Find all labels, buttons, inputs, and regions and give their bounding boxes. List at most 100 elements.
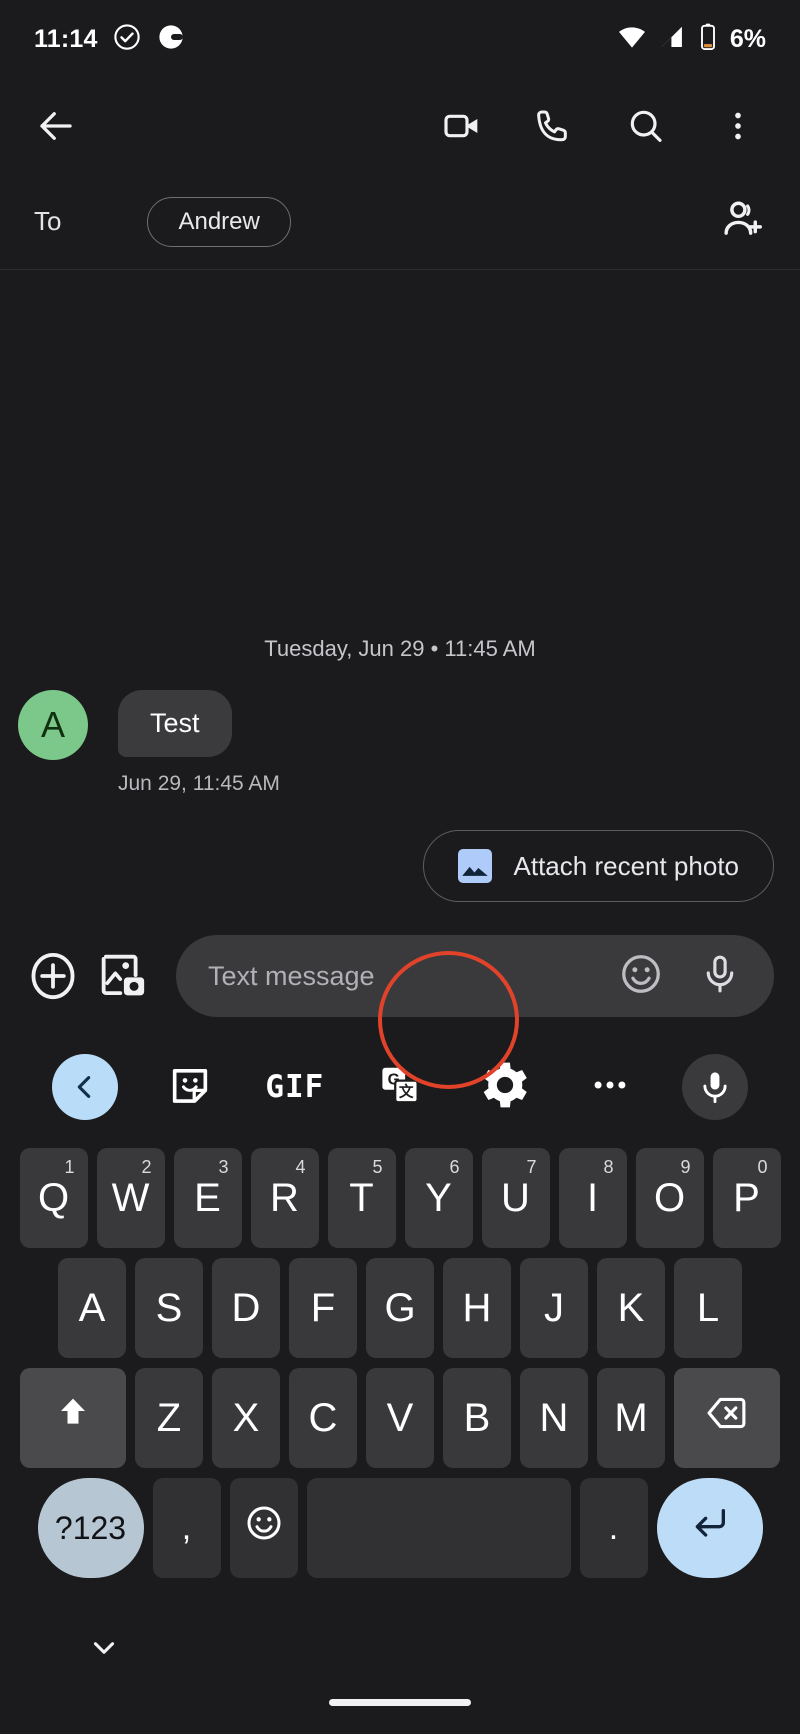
key-n[interactable]: N [520,1368,588,1468]
status-bar: 11:14 6% [0,0,800,78]
plus-circle-icon[interactable] [22,945,84,1007]
key-e[interactable]: 3E [173,1148,242,1248]
add-person-icon[interactable] [720,196,766,247]
key-s[interactable]: S [135,1258,203,1358]
key-i[interactable]: 8I [558,1148,627,1248]
gear-icon [477,1057,533,1118]
backspace-key[interactable] [674,1368,780,1468]
key-c[interactable]: C [289,1368,357,1468]
key-b[interactable]: B [443,1368,511,1468]
key-w[interactable]: 2W [96,1148,165,1248]
phone-screen: 11:14 6% To Andrew Tuesday, Jun 29 • 11:… [0,0,800,1734]
key-d[interactable]: D [212,1258,280,1358]
keyboard-row-2: A S D F G H J K L [6,1258,794,1358]
phone-call-icon[interactable] [528,100,580,152]
shift-key[interactable] [20,1368,126,1468]
home-indicator[interactable] [329,1699,471,1706]
key-y-num: 6 [449,1157,460,1177]
symbols-key[interactable]: ?123 [37,1478,144,1578]
key-p[interactable]: 0P [712,1148,781,1248]
key-t-num: 5 [372,1157,383,1177]
status-bar-left: 11:14 [34,22,186,57]
shift-arrow-icon [53,1393,93,1443]
keyboard-row-3: Z X C V B N M [6,1368,794,1468]
microphone-icon[interactable] [698,952,742,1001]
key-f[interactable]: F [289,1258,357,1358]
key-o[interactable]: 9O [635,1148,704,1248]
key-q-label: Q [37,1175,70,1220]
key-u[interactable]: 7U [481,1148,550,1248]
keyboard-row-4: ?123 , . [6,1478,794,1578]
key-y[interactable]: 6Y [404,1148,473,1248]
gallery-camera-icon[interactable] [92,945,154,1007]
key-u-label: U [501,1175,530,1220]
recipient-chip-andrew[interactable]: Andrew [147,196,291,247]
chevron-left-icon [51,1054,118,1120]
keyboard-toolbar-voice[interactable] [663,1054,768,1120]
key-o-label: O [653,1175,686,1220]
key-a[interactable]: A [58,1258,126,1358]
microphone-icon [682,1054,749,1120]
keyboard-toolbar-translate[interactable]: G 文 [347,1063,452,1112]
nav-bar [0,1594,800,1734]
key-m[interactable]: M [597,1368,665,1468]
day-divider: Tuesday, Jun 29 • 11:45 AM [264,636,536,661]
backspace-icon [705,1391,749,1445]
more-horizontal-icon [589,1064,631,1111]
emoji-smiley-icon[interactable] [618,951,664,1002]
text-message-placeholder: Text message [208,960,375,991]
message-input-field[interactable]: Text message [176,935,774,1017]
keyboard-toolbar-settings[interactable] [453,1057,558,1118]
back-arrow-icon[interactable] [30,100,82,152]
comma-key[interactable]: , [152,1478,221,1578]
sticker-icon [167,1062,213,1113]
key-t[interactable]: 5T [327,1148,396,1248]
key-v[interactable]: V [366,1368,434,1468]
key-j[interactable]: J [520,1258,588,1358]
key-p-label: P [733,1175,760,1220]
key-l[interactable]: L [674,1258,742,1358]
key-g[interactable]: G [366,1258,434,1358]
key-r[interactable]: 4R [250,1148,319,1248]
enter-return-icon [690,1503,730,1553]
keyboard-toolbar-sticker[interactable] [137,1062,242,1113]
compose-row: Text message [0,920,800,1032]
emoji-key[interactable] [229,1478,298,1578]
keyboard-row-1: 1Q 2W 3E 4R 5T 6Y 7U 8I 9O 0P [6,1148,794,1248]
search-icon[interactable] [620,100,672,152]
wifi-icon [617,22,647,57]
key-p-num: 0 [757,1157,768,1177]
battery-icon [697,22,719,57]
keyboard-toolbar-expand[interactable] [32,1054,137,1120]
key-i-label: I [586,1175,599,1220]
key-o-num: 9 [680,1157,691,1177]
key-h[interactable]: H [443,1258,511,1358]
key-e-num: 3 [218,1157,229,1177]
app-bar-actions [436,100,770,152]
key-e-label: E [194,1175,221,1220]
key-q-num: 1 [64,1157,75,1177]
key-w-label: W [111,1175,150,1220]
keyboard-toolbar-more[interactable] [558,1064,663,1111]
key-q[interactable]: 1Q [19,1148,88,1248]
suggestion-chip-attach-recent-photo[interactable]: Attach recent photo [422,830,774,902]
period-key[interactable]: . [579,1478,648,1578]
suggestion-chip-label: Attach recent photo [513,850,739,881]
key-z[interactable]: Z [135,1368,203,1468]
chevron-down-icon[interactable] [88,1632,120,1669]
svg-text:文: 文 [399,1082,414,1100]
video-call-icon[interactable] [436,100,488,152]
keyboard-toolbar-gif[interactable]: GIF [242,1069,347,1105]
overflow-menu-icon[interactable] [712,100,764,152]
recipient-row: To Andrew [0,174,800,270]
key-i-num: 8 [603,1157,614,1177]
key-k[interactable]: K [597,1258,665,1358]
message-bubble[interactable]: Test [118,690,232,757]
gif-label: GIF [265,1069,325,1105]
key-r-label: R [270,1175,299,1220]
conversation-area: Tuesday, Jun 29 • 11:45 AM A Test Jun 29… [0,270,800,920]
space-key[interactable] [306,1478,571,1578]
key-x[interactable]: X [212,1368,280,1468]
enter-key[interactable] [656,1478,763,1578]
app-bar [0,78,800,174]
